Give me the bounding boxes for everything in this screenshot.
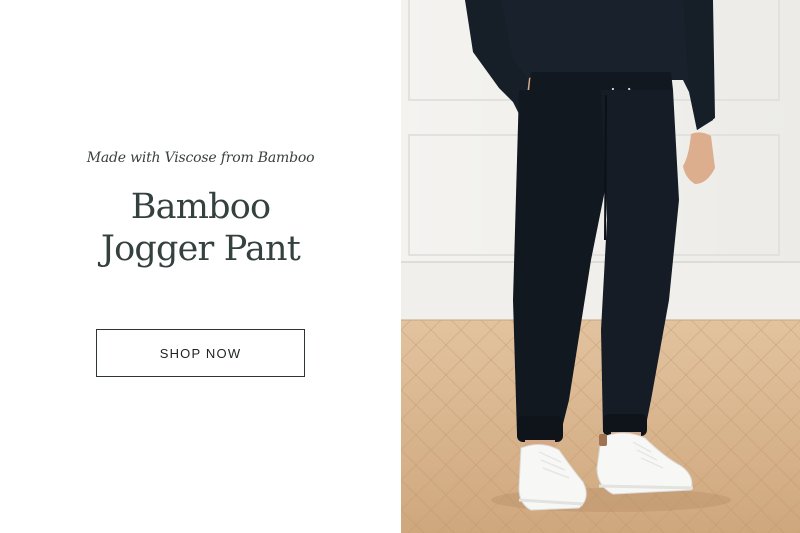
promo-title: Bamboo Jogger Pant	[0, 186, 401, 270]
promo-subtitle: Made with Viscose from Bamboo	[86, 150, 315, 166]
product-photo	[401, 0, 800, 533]
product-photo-illustration	[401, 0, 800, 533]
promo-title-line1: Bamboo	[130, 187, 271, 227]
baseboard	[401, 262, 800, 320]
promo-text-panel: Made with Viscose from Bamboo Bamboo Jog…	[0, 0, 401, 533]
promo-banner: Made with Viscose from Bamboo Bamboo Jog…	[0, 0, 800, 533]
shop-now-button[interactable]: SHOP NOW	[96, 329, 305, 377]
promo-title-line2: Jogger Pant	[100, 229, 301, 269]
